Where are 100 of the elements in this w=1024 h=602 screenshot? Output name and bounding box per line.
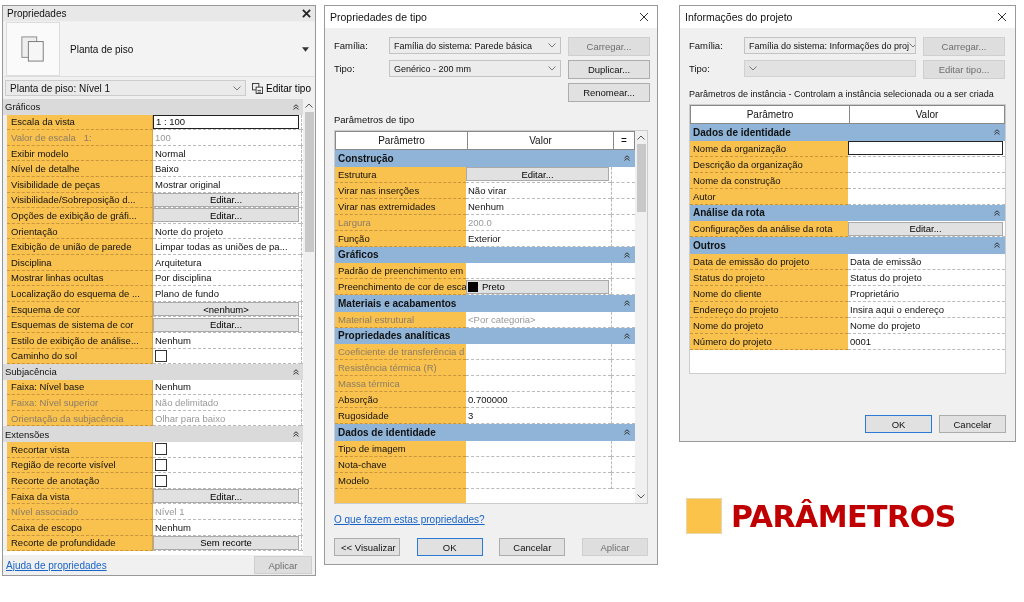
scroll-up-icon[interactable] — [637, 135, 645, 140]
dropdown[interactable]: Família do sistema: Informações do proj — [744, 37, 916, 54]
parameter-value: Não delimitado — [154, 397, 219, 409]
scroll-up-icon[interactable] — [305, 103, 313, 108]
parameter-name: Visibilidade/Sobreposição d... — [7, 192, 153, 209]
parameter-value: 200.0 — [467, 216, 492, 228]
parameter-value: 100 — [154, 132, 171, 143]
collapse-icon[interactable] — [624, 332, 630, 339]
parameter-value: 3 — [467, 410, 474, 421]
collapse-icon[interactable] — [293, 368, 299, 375]
column-header: Parâmetro — [691, 106, 850, 123]
checkbox[interactable] — [155, 458, 167, 471]
parameter-name: Orientação — [7, 223, 153, 240]
checkbox[interactable] — [155, 349, 167, 362]
parameter-value: Baixo — [154, 163, 179, 175]
type-selector[interactable]: Planta de piso — [4, 22, 314, 77]
dropdown[interactable]: Família do sistema: Parede básica — [389, 37, 561, 54]
dialog-title: Propriedades de tipo — [330, 11, 427, 23]
collapse-icon[interactable] — [624, 251, 630, 258]
value-button[interactable]: Editar... — [466, 167, 609, 181]
parameter-name: Recorte de anotação — [7, 473, 153, 489]
parameter-value: Status do projeto — [849, 271, 922, 283]
parameter-name: Exibição de união de parede — [7, 239, 153, 255]
scrollbar-thumb[interactable] — [304, 112, 314, 252]
parameter-value: Normal — [154, 147, 186, 159]
column-header: Valor — [468, 132, 614, 149]
help-link[interactable]: O que fazem estas propriedades? — [334, 514, 648, 525]
side-button[interactable]: Duplicar... — [568, 60, 650, 79]
parameter-name: Exibir modelo — [7, 145, 153, 162]
category-header[interactable]: Extensões — [5, 428, 50, 440]
chevron-icon — [749, 66, 757, 71]
floor-plan-icon — [20, 35, 46, 63]
help-link[interactable]: Ajuda de propriedades — [6, 559, 107, 571]
scrollbar[interactable] — [635, 131, 647, 503]
parameter-name: Valor de escala 1: — [7, 130, 153, 146]
dialog-button[interactable]: OK — [865, 415, 932, 433]
side-button[interactable]: Renomear... — [568, 83, 650, 102]
category-header[interactable]: Outros — [693, 239, 726, 251]
legend-swatch — [686, 498, 722, 534]
dialog-button[interactable]: OK — [416, 538, 483, 556]
value-button[interactable]: Editar... — [153, 489, 299, 504]
chevron-icon — [548, 66, 556, 71]
dialog-title: Informações do projeto — [685, 11, 793, 23]
value-button[interactable]: Editar... — [153, 317, 299, 332]
dropdown[interactable]: Genérico - 200 mm — [389, 60, 561, 77]
close-icon[interactable] — [639, 12, 649, 22]
parameter-value: Olhar para baixo — [154, 412, 226, 424]
color-button[interactable]: Preto — [466, 279, 609, 294]
chevron-icon — [909, 43, 915, 48]
dialog-button[interactable]: Cancelar — [499, 538, 566, 556]
parameter-value: Plano de fundo — [154, 287, 219, 299]
category-header[interactable]: Construção — [338, 152, 394, 164]
value-button[interactable]: Editar... — [848, 221, 1003, 236]
category-header[interactable]: Subjacência — [5, 366, 57, 378]
parameter-name: Estilo de exibição de análise... — [7, 332, 153, 349]
collapse-icon[interactable] — [624, 155, 630, 162]
collapse-icon[interactable] — [624, 429, 630, 436]
close-icon[interactable] — [997, 12, 1007, 22]
dialog-button[interactable]: Cancelar — [939, 415, 1006, 433]
parameter-name: Mostrar linhas ocultas — [7, 270, 153, 287]
category-header[interactable]: Análise da rota — [693, 207, 765, 219]
chevron-icon — [548, 43, 556, 48]
column-header: Valor — [914, 108, 940, 122]
field-label: Família: — [689, 39, 724, 53]
value-field[interactable] — [848, 141, 1003, 155]
collapse-icon[interactable] — [293, 103, 299, 110]
table-caption: Parâmetros de tipo — [334, 114, 416, 125]
parameter-value: Nenhum — [467, 200, 504, 212]
scrollbar-thumb[interactable] — [636, 144, 646, 212]
dialog-button[interactable]: << Visualizar — [334, 538, 400, 556]
parameter-value: Arquitetura — [154, 256, 202, 268]
category-header[interactable]: Gráficos — [5, 101, 41, 113]
scroll-down-icon[interactable] — [637, 494, 645, 499]
value-button[interactable]: <nenhum> — [153, 302, 299, 316]
parameter-name: Opções de exibição de gráfi... — [7, 208, 153, 224]
parameter-name: Esquema de cor — [7, 301, 153, 318]
panel-title: Propriedades — [7, 8, 67, 19]
parameter-name: Nível associado — [7, 504, 153, 521]
collapse-icon[interactable] — [624, 300, 630, 307]
parameter-value: Nome do projeto — [849, 319, 921, 331]
checkbox[interactable] — [155, 474, 167, 487]
value-button[interactable]: Editar... — [153, 208, 299, 223]
field-label: Tipo: — [689, 62, 711, 76]
collapse-icon[interactable] — [994, 242, 1000, 249]
collapse-icon[interactable] — [994, 209, 1000, 216]
table-caption: Parâmetros de instância - Controlam a instância selecionada ou a ser criada — [689, 89, 995, 99]
parameter-name: Orientação da subjacência — [7, 410, 153, 427]
category-header[interactable]: Gráficos — [338, 249, 379, 261]
collapse-icon[interactable] — [293, 431, 299, 438]
parameter-value: 0001 — [849, 335, 872, 347]
instance-dropdown[interactable]: Planta de piso: Nível 1 — [5, 80, 246, 96]
parameter-value: Limpar todas as uniões de pa... — [154, 241, 288, 253]
parameter-value: Mostrar original — [154, 178, 221, 190]
close-icon[interactable] — [302, 9, 311, 18]
checkbox[interactable] — [155, 443, 167, 456]
collapse-icon[interactable] — [994, 129, 1000, 136]
edit-type-icon — [251, 82, 263, 94]
parameter-value: Insira aqui o endereço — [849, 303, 944, 315]
parameter-value: Norte do projeto — [154, 225, 224, 237]
edit-type-button[interactable]: Editar tipo — [249, 82, 313, 94]
